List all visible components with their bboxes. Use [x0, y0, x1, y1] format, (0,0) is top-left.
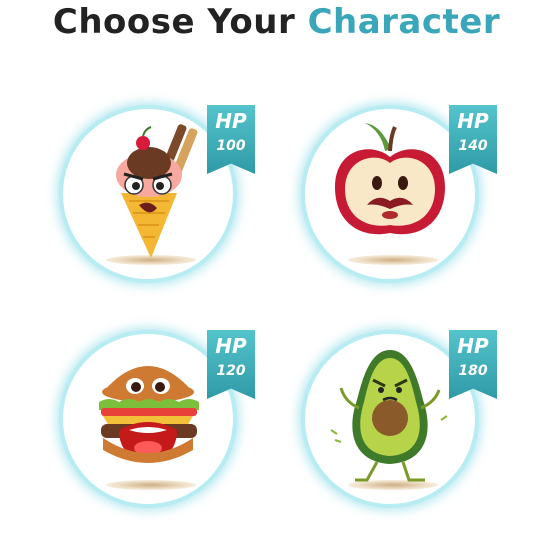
hp-badge: HP 140: [449, 105, 497, 174]
hp-badge: HP 120: [207, 330, 255, 399]
hp-value: 140: [458, 138, 488, 154]
character-card-apple[interactable]: HP 140: [301, 105, 497, 285]
hp-badge: HP 180: [449, 330, 497, 399]
hp-value: 120: [216, 363, 246, 379]
page-title: Choose Your Character: [0, 2, 553, 42]
hp-badge: HP 100: [207, 105, 255, 174]
character-card-ice-cream[interactable]: HP 100: [59, 105, 255, 285]
character-card-burger[interactable]: HP 120: [59, 330, 255, 510]
title-part-2: Character: [307, 2, 501, 42]
character-card-avocado[interactable]: HP 180: [301, 330, 497, 510]
title-part-1: Choose Your: [52, 2, 308, 42]
hp-value: 100: [216, 138, 246, 154]
hp-value: 180: [458, 363, 488, 379]
